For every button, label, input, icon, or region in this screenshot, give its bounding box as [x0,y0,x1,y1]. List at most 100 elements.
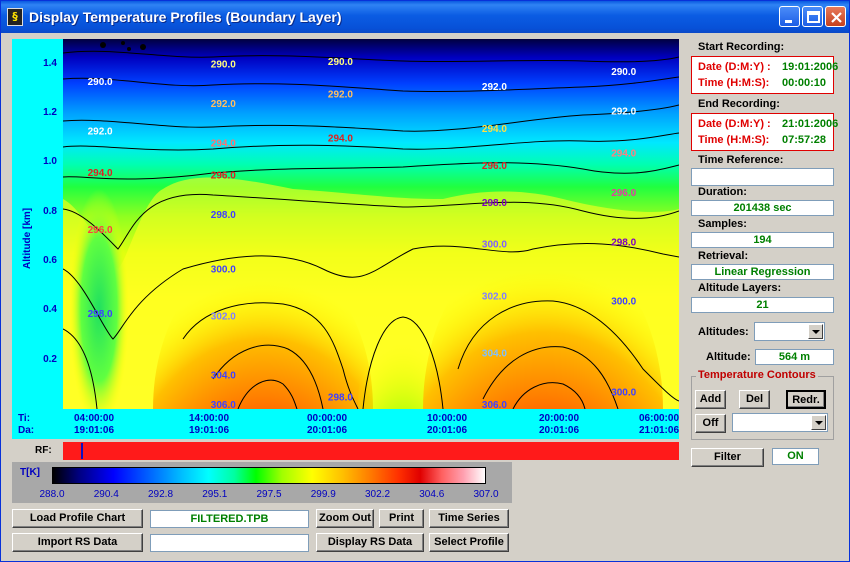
display-rs-data-button[interactable]: Display RS Data [316,533,424,552]
retrieval-title: Retrieval: [698,250,749,262]
contour-label: 296.0 [211,171,236,182]
legend-tick-label: 304.6 [419,489,445,500]
x-axis-date-label: Da: [18,425,35,436]
legend-tick-label: 299.9 [310,489,336,500]
chevron-down-icon[interactable] [808,324,823,339]
x-tick-time: 14:00:00 [188,413,230,424]
start-recording-title: Start Recording: [698,41,785,53]
contours-off-button[interactable]: Off [695,414,726,433]
contour-label: 298.0 [482,198,507,209]
redraw-button[interactable]: Redr. [786,390,826,409]
end-date-row: Date (D:M:Y) : 21:01:2006 [698,118,838,130]
end-recording-title: End Recording: [698,98,780,110]
import-rs-data-button[interactable]: Import RS Data [12,533,143,552]
zoom-out-button[interactable]: Zoom Out [316,509,374,528]
chevron-down-icon[interactable] [811,415,826,430]
select-profile-button[interactable]: Select Profile [429,533,509,552]
x-tick-label: 20:00:00 20:01:06 [524,413,594,437]
close-icon [831,12,842,23]
print-button[interactable]: Print [379,509,424,528]
end-date-label: Date (D:M:Y) : [698,118,771,130]
start-date-row: Date (D:M:Y) : 19:01:2006 [698,61,838,73]
contour-label: 304.0 [482,348,507,359]
end-time-label: Time (H:M:S): [698,134,770,146]
x-tick-time: 04:00:00 [73,413,115,424]
rs-file-field[interactable] [150,534,309,552]
altitude-layers-field: 21 [691,297,834,313]
legend-tick-label: 290.4 [93,489,119,500]
delete-contour-button[interactable]: Del [739,390,770,409]
minimize-icon [785,20,792,23]
y-tick-label: 0.8 [43,205,57,217]
altitudes-dropdown[interactable] [754,322,825,341]
x-tick-label: 04:00:00 19:01:06 [59,413,129,437]
samples-field: 194 [691,232,834,248]
window-title: Display Temperature Profiles (Boundary L… [29,9,342,25]
x-tick-date: 20:01:06 [306,425,348,436]
contour-label: 290.0 [211,60,236,71]
time-reference-field[interactable] [691,168,834,186]
temperature-contours-title: Temperature Contours [696,369,818,381]
close-button[interactable] [825,6,846,27]
x-tick-label: 14:00:00 19:01:06 [174,413,244,437]
duration-title: Duration: [698,186,747,198]
minimize-button[interactable] [779,6,800,27]
x-tick-time: 20:00:00 [538,413,580,424]
y-tick-label: 0.2 [43,353,57,365]
title-bar[interactable]: § Display Temperature Profiles (Boundary… [1,1,849,33]
filter-state-field: ON [772,448,819,465]
temperature-contour-plot[interactable]: 290.0 290.0 290.0 290.0 292.0 292.0 292.0 292.0… [63,39,679,409]
legend-tick-label: 288.0 [39,489,65,500]
end-time-value: 07:57:28 [782,134,827,146]
contour-label: 292.0 [328,89,353,100]
legend-color-bar [52,467,486,484]
color-legend: T[K] 288.0 290.4 292.8 295.1 297.5 299.9 302.2… [12,462,512,503]
contour-label: 306.0 [211,400,236,409]
contour-label: 300.0 [482,240,507,251]
x-tick-date: 19:01:06 [73,425,115,436]
maximize-button[interactable] [802,6,823,27]
x-tick-label: 00:00:00 20:01:06 [292,413,362,437]
x-tick-date: 20:01:06 [426,425,468,436]
load-profile-chart-button[interactable]: Load Profile Chart [12,509,143,528]
duration-field: 201438 sec [691,200,834,216]
contour-label: 302.0 [482,292,507,303]
add-contour-button[interactable]: Add [695,390,726,409]
x-tick-date: 19:01:06 [188,425,230,436]
x-tick-date: 20:01:06 [538,425,580,436]
app-icon[interactable]: § [7,8,23,26]
start-recording-box: Date (D:M:Y) : 19:01:2006 Time (H:M:S): … [691,56,838,94]
start-time-row: Time (H:M:S): 00:00:10 [698,77,826,89]
retrieval-field: Linear Regression [691,264,834,280]
start-date-value: 19:01:2006 [782,61,839,73]
time-reference-title: Time Reference: [698,154,784,166]
contour-label: 292.0 [211,99,236,110]
contour-label: 292.0 [611,107,636,118]
y-axis-label: Altitude [km] [22,207,33,269]
contour-label: 290.0 [328,57,353,68]
filename-field[interactable]: FILTERED.TPB [150,510,309,528]
contour-label: 294.0 [328,134,353,145]
main-window: § Display Temperature Profiles (Boundary… [0,0,850,562]
heatmap-canvas: 290.0 290.0 290.0 290.0 292.0 292.0 292.0 292.0… [63,39,679,409]
contour-label: 294.0 [611,149,636,160]
x-axis-time-label: Ti: [18,413,31,424]
x-tick-time: 10:00:00 [426,413,468,424]
filter-button[interactable]: Filter [691,448,764,467]
rf-bar[interactable] [63,442,679,460]
y-tick-label: 1.0 [43,156,57,168]
contour-label: 298.0 [211,210,236,221]
samples-title: Samples: [698,218,747,230]
start-time-label: Time (H:M:S): [698,77,770,89]
altitude-label: Altitude: [706,351,751,363]
contours-dropdown[interactable] [732,413,828,432]
time-series-button[interactable]: Time Series [429,509,509,528]
contour-label: 296.0 [482,161,507,172]
maximize-icon [807,11,820,23]
contour-label: 292.0 [88,126,113,137]
contour-label: 290.0 [88,77,113,88]
y-tick-label: 1.2 [43,107,57,118]
contour-label: 296.0 [88,225,113,236]
legend-tick-label: 302.2 [364,489,391,500]
contour-label: 300.0 [211,264,236,275]
